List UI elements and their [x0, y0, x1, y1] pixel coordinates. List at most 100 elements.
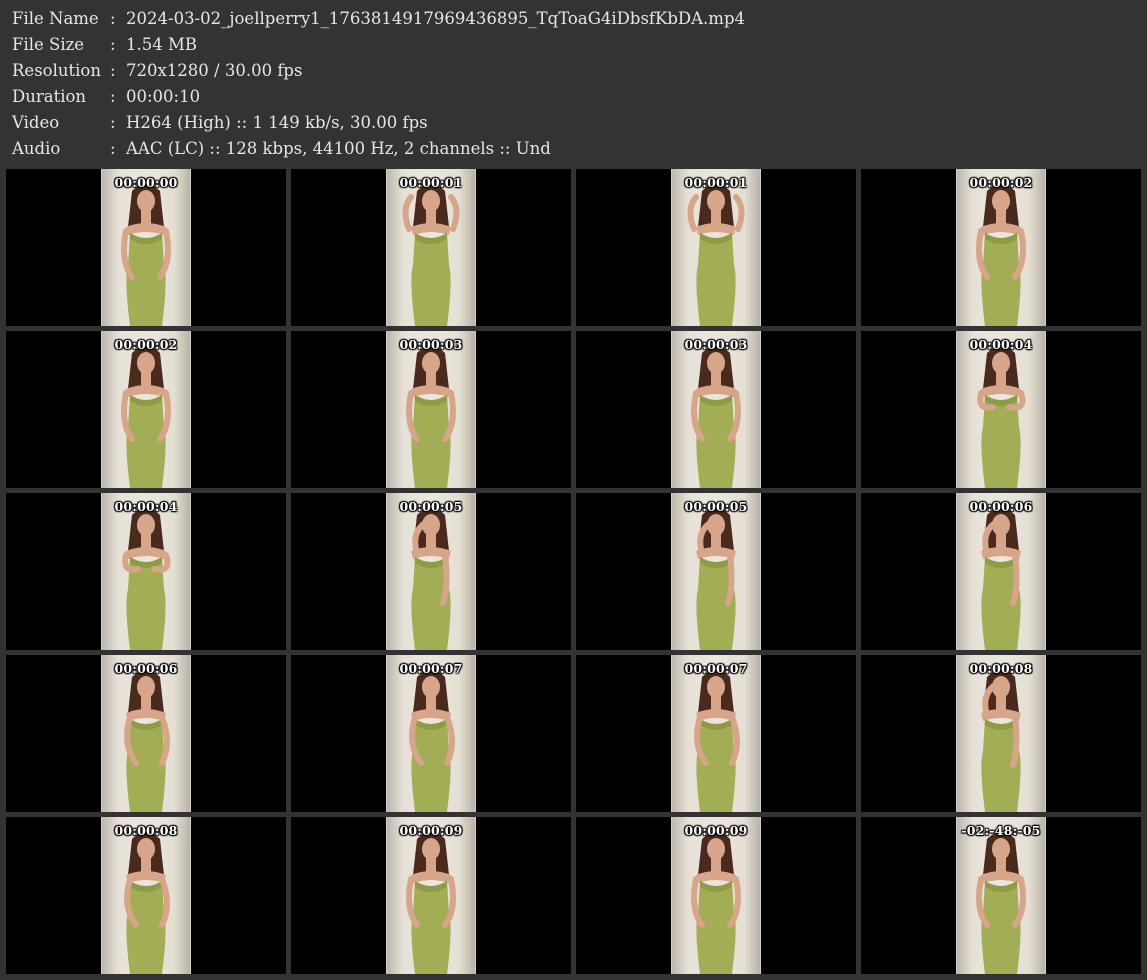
thumbnail-cell[interactable]: 00:00:07 — [576, 655, 856, 812]
info-row-file-size: File Size:1.54 MB — [12, 32, 197, 58]
video-frame-image — [402, 184, 460, 326]
info-key: File Size — [12, 35, 85, 54]
info-key: Resolution — [12, 61, 101, 80]
thumbnail-frame: 00:00:04 — [956, 331, 1046, 488]
thumbnail-cell[interactable]: 00:00:04 — [6, 493, 286, 650]
info-row-audio: Audio: AAC (LC) :: 128 kbps, 44100 Hz, 2 … — [12, 136, 551, 162]
video-frame-image — [976, 832, 1026, 974]
info-row-duration: Duration:00:00:10 — [12, 84, 200, 110]
video-frame-image — [411, 508, 451, 650]
thumbnail-timestamp: 00:00:07 — [684, 661, 748, 676]
thumbnail-timestamp: 00:00:02 — [969, 175, 1033, 190]
thumbnail-timestamp: 00:00:09 — [684, 823, 748, 838]
thumbnail-timestamp: 00:00:03 — [399, 337, 463, 352]
thumbnail-frame: 00:00:08 — [101, 817, 191, 974]
info-separator: : — [110, 113, 116, 132]
video-frame-image — [981, 508, 1021, 650]
info-separator: : — [110, 139, 116, 158]
thumbnail-frame: -02:-48:-05 — [956, 817, 1046, 974]
info-separator: : — [110, 9, 116, 28]
thumbnail-cell[interactable]: 00:00:09 — [576, 817, 856, 974]
video-frame-image — [121, 346, 171, 488]
thumbnail-frame: 00:00:05 — [386, 493, 476, 650]
thumbnail-cell[interactable]: 00:00:06 — [861, 493, 1141, 650]
thumbnail-timestamp: 00:00:05 — [399, 499, 463, 514]
info-value-duration: 00:00:10 — [126, 87, 201, 106]
video-frame-image — [406, 832, 456, 974]
thumbnail-timestamp: 00:00:09 — [399, 823, 463, 838]
thumbnail-cell[interactable]: 00:00:02 — [6, 331, 286, 488]
info-value-resolution: 720x1280 / 30.00 fps — [126, 61, 303, 80]
thumbnail-cell[interactable]: 00:00:03 — [576, 331, 856, 488]
thumbnail-frame: 00:00:06 — [956, 493, 1046, 650]
thumbnail-timestamp: 00:00:04 — [114, 499, 178, 514]
thumbnail-frame: 00:00:01 — [671, 169, 761, 326]
thumbnail-cell[interactable]: 00:00:05 — [576, 493, 856, 650]
info-value-video: H264 (High) :: 1 149 kb/s, 30.00 fps — [126, 113, 428, 132]
thumbnail-frame: 00:00:02 — [956, 169, 1046, 326]
thumbnail-timestamp: 00:00:01 — [399, 175, 463, 190]
thumbnail-timestamp: 00:00:06 — [114, 661, 178, 676]
info-row-file-name: File Name:2024-03-02_joellperry1_1763814… — [12, 6, 745, 32]
thumbnail-cell[interactable]: 00:00:01 — [291, 169, 571, 326]
video-frame-image — [976, 184, 1026, 326]
thumbnail-frame: 00:00:06 — [101, 655, 191, 812]
thumbnail-frame: 00:00:09 — [386, 817, 476, 974]
thumbnail-frame: 00:00:04 — [101, 493, 191, 650]
video-frame-image — [691, 346, 741, 488]
thumbnail-timestamp: 00:00:07 — [399, 661, 463, 676]
info-key: Audio — [12, 139, 61, 158]
video-frame-image — [122, 508, 171, 650]
thumbnail-cell[interactable]: 00:00:08 — [861, 655, 1141, 812]
thumbnail-cell[interactable]: 00:00:06 — [6, 655, 286, 812]
thumbnail-cell[interactable]: 00:00:00 — [6, 169, 286, 326]
video-frame-image — [406, 346, 456, 488]
thumbnail-frame: 00:00:02 — [101, 331, 191, 488]
info-key: Video — [12, 113, 60, 132]
thumbnail-frame: 00:00:08 — [956, 655, 1046, 812]
info-value-file-name: 2024-03-02_joellperry1_17638149179694368… — [126, 9, 745, 28]
thumbnail-timestamp: 00:00:02 — [114, 337, 178, 352]
video-frame-image — [409, 670, 455, 812]
thumbnail-frame: 00:00:03 — [671, 331, 761, 488]
thumbnail-grid: 00:00:00 00:00:01 00:00:01 00:00:02 00:00:02… — [0, 166, 1147, 980]
video-frame-image — [691, 832, 741, 974]
video-frame-image — [124, 670, 170, 812]
thumbnail-frame: 00:00:07 — [671, 655, 761, 812]
info-separator: : — [110, 35, 116, 54]
thumbnail-cell[interactable]: 00:00:03 — [291, 331, 571, 488]
thumbnail-timestamp: 00:00:01 — [684, 175, 748, 190]
thumbnail-timestamp: 00:00:08 — [114, 823, 178, 838]
video-frame-image — [694, 670, 740, 812]
thumbnail-cell[interactable]: -02:-48:-05 — [861, 817, 1141, 974]
info-key: Duration — [12, 87, 87, 106]
thumbnail-frame: 00:00:09 — [671, 817, 761, 974]
thumbnail-timestamp: 00:00:04 — [969, 337, 1033, 352]
thumbnail-frame: 00:00:03 — [386, 331, 476, 488]
thumbnail-cell[interactable]: 00:00:02 — [861, 169, 1141, 326]
video-frame-image — [687, 184, 745, 326]
thumbnail-frame: 00:00:00 — [101, 169, 191, 326]
thumbnail-cell[interactable]: 00:00:01 — [576, 169, 856, 326]
info-row-resolution: Resolution:720x1280 / 30.00 fps — [12, 58, 302, 84]
thumbnail-timestamp: 00:00:08 — [969, 661, 1033, 676]
thumbnail-frame: 00:00:05 — [671, 493, 761, 650]
thumbnail-cell[interactable]: 00:00:08 — [6, 817, 286, 974]
video-frame-image — [981, 670, 1021, 812]
info-value-file-size: 1.54 MB — [126, 35, 198, 54]
thumbnail-timestamp: -02:-48:-05 — [961, 823, 1041, 838]
info-value-audio: AAC (LC) :: 128 kbps, 44100 Hz, 2 channe… — [126, 139, 551, 158]
video-frame-image — [977, 346, 1026, 488]
video-frame-image — [696, 508, 736, 650]
thumbnail-timestamp: 00:00:03 — [684, 337, 748, 352]
thumbnail-timestamp: 00:00:06 — [969, 499, 1033, 514]
thumbnail-timestamp: 00:00:00 — [114, 175, 178, 190]
info-separator: : — [110, 87, 116, 106]
thumbnail-cell[interactable]: 00:00:07 — [291, 655, 571, 812]
thumbnail-timestamp: 00:00:05 — [684, 499, 748, 514]
thumbnail-frame: 00:00:07 — [386, 655, 476, 812]
video-frame-image — [124, 832, 170, 974]
thumbnail-cell[interactable]: 00:00:04 — [861, 331, 1141, 488]
thumbnail-cell[interactable]: 00:00:05 — [291, 493, 571, 650]
thumbnail-cell[interactable]: 00:00:09 — [291, 817, 571, 974]
